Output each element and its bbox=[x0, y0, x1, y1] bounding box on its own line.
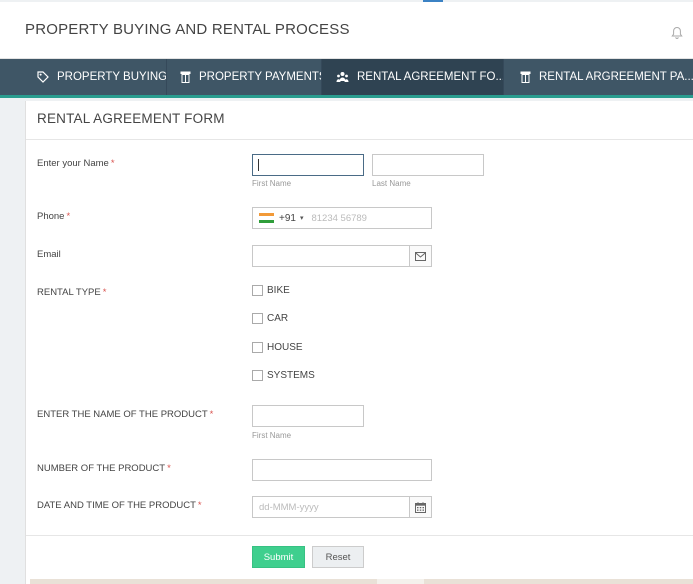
country-code[interactable]: +91 bbox=[279, 213, 296, 224]
text-caret bbox=[258, 159, 259, 171]
email-input[interactable] bbox=[252, 245, 410, 267]
rental-type-label: RENTAL TYPE * bbox=[37, 287, 106, 298]
tab-rental-agreement-form[interactable]: RENTAL AGREEMENT FO... bbox=[322, 59, 504, 95]
phone-label-text: Phone bbox=[37, 211, 65, 222]
envelope-icon bbox=[409, 245, 432, 267]
last-name-input[interactable] bbox=[372, 154, 484, 176]
product-name-label: ENTER THE NAME OF THE PRODUCT * bbox=[37, 409, 213, 420]
required-mark: * bbox=[209, 409, 214, 420]
product-datetime-label-text: DATE AND TIME OF THE PRODUCT bbox=[37, 500, 196, 511]
checkbox-systems[interactable]: SYSTEMS bbox=[252, 370, 315, 381]
table-icon bbox=[520, 71, 531, 83]
email-label: Email bbox=[37, 249, 61, 260]
checkbox-box[interactable] bbox=[252, 313, 263, 324]
checkbox-box[interactable] bbox=[252, 370, 263, 381]
required-mark: * bbox=[102, 287, 107, 298]
checkbox-house[interactable]: HOUSE bbox=[252, 342, 303, 353]
required-mark: * bbox=[197, 500, 202, 511]
form-title: RENTAL AGREEMENT FORM bbox=[37, 111, 225, 126]
tag-icon bbox=[37, 71, 49, 83]
product-datetime-input[interactable]: dd-MMM-yyyy bbox=[252, 496, 410, 518]
checkbox-label: HOUSE bbox=[267, 342, 303, 353]
datetime-placeholder: dd-MMM-yyyy bbox=[259, 501, 319, 513]
tab-label: RENTAL AGREEMENT FO... bbox=[357, 71, 504, 83]
product-name-input[interactable] bbox=[252, 405, 364, 427]
product-number-input[interactable] bbox=[252, 459, 432, 481]
chevron-down-icon[interactable]: ▾ bbox=[300, 214, 304, 222]
product-datetime-label: DATE AND TIME OF THE PRODUCT * bbox=[37, 500, 202, 511]
app-header: PROPERTY BUYING AND RENTAL PROCESS bbox=[0, 2, 693, 59]
name-label-text: Enter your Name bbox=[37, 158, 109, 169]
tab-rental-agreement-payments[interactable]: RENTAL ARGREEMENT PA... bbox=[504, 59, 693, 95]
required-mark: * bbox=[110, 158, 115, 169]
tab-label: PROPERTY BUYING bbox=[57, 71, 167, 83]
checkbox-box[interactable] bbox=[252, 342, 263, 353]
first-name-hint: First Name bbox=[252, 179, 292, 188]
tab-label: PROPERTY PAYMENTS bbox=[199, 71, 322, 83]
table-icon bbox=[180, 71, 191, 83]
tab-bar: PROPERTY BUYING PROPERTY PAYMENTS RENTAL… bbox=[0, 59, 693, 98]
required-mark: * bbox=[167, 463, 171, 474]
phone-placeholder: 81234 56789 bbox=[311, 212, 367, 224]
name-label: Enter your Name * bbox=[37, 158, 115, 169]
phone-input[interactable]: +91 ▾ 81234 56789 bbox=[252, 207, 432, 229]
india-flag-icon[interactable] bbox=[259, 213, 274, 223]
rental-type-label-text: RENTAL TYPE bbox=[37, 287, 101, 298]
checkbox-label: BIKE bbox=[267, 285, 290, 296]
required-mark: * bbox=[66, 211, 71, 222]
calendar-icon[interactable] bbox=[409, 496, 432, 518]
footer-strip-segment bbox=[377, 579, 424, 584]
last-name-hint: Last Name bbox=[372, 179, 411, 188]
footer-strip bbox=[30, 579, 693, 584]
first-name-input[interactable] bbox=[252, 154, 364, 176]
checkbox-bike[interactable]: BIKE bbox=[252, 285, 290, 296]
divider bbox=[26, 139, 693, 140]
product-name-label-text: ENTER THE NAME OF THE PRODUCT bbox=[37, 409, 208, 420]
people-icon bbox=[336, 71, 349, 83]
app-title: PROPERTY BUYING AND RENTAL PROCESS bbox=[25, 21, 350, 38]
checkbox-label: CAR bbox=[267, 313, 289, 324]
reset-button[interactable]: Reset bbox=[312, 546, 364, 568]
tab-label: RENTAL ARGREEMENT PA... bbox=[539, 71, 693, 83]
form-panel: RENTAL AGREEMENT FORM Enter your Name * F… bbox=[25, 101, 693, 584]
bell-icon[interactable] bbox=[671, 26, 683, 40]
product-number-label: NUMBER OF THE PRODUCT * bbox=[37, 463, 171, 474]
product-number-label-text: NUMBER OF THE PRODUCT bbox=[37, 463, 166, 474]
product-name-hint: First Name bbox=[252, 431, 292, 440]
checkbox-label: SYSTEMS bbox=[267, 370, 315, 381]
tab-property-buying[interactable]: PROPERTY BUYING bbox=[0, 59, 167, 95]
checkbox-car[interactable]: CAR bbox=[252, 313, 288, 324]
tab-property-payments[interactable]: PROPERTY PAYMENTS bbox=[167, 59, 322, 95]
submit-button[interactable]: Submit bbox=[252, 546, 305, 568]
checkbox-box[interactable] bbox=[252, 285, 263, 296]
phone-label: Phone * bbox=[37, 211, 70, 222]
divider bbox=[26, 535, 693, 536]
